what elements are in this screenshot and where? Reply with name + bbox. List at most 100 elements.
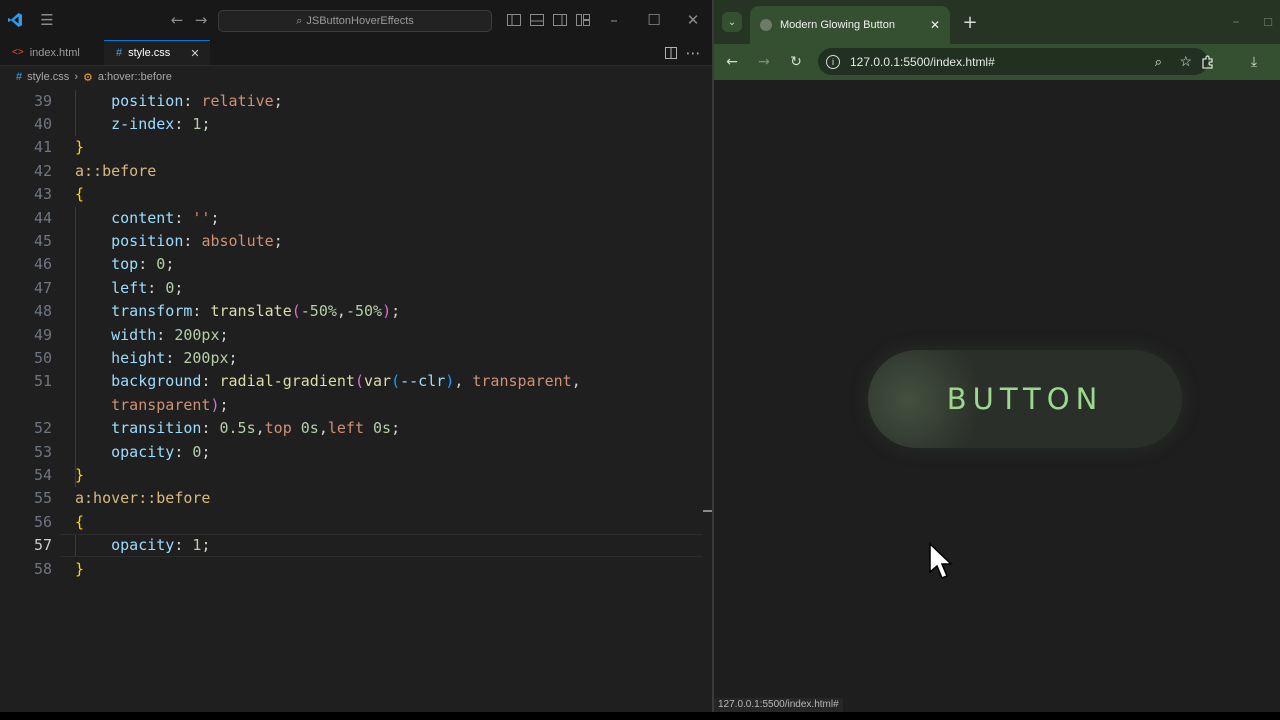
code-text: } — [75, 138, 85, 157]
code-text: } — [75, 465, 85, 484]
vscode-titlebar: ☰ ← → ⌕ JSButtonHoverEffects – ☐ ✕ — [0, 0, 712, 40]
editor-tabs: <> index.html # style.css ✕ ⋯ — [0, 40, 712, 66]
code-text: position: relative; — [75, 91, 283, 110]
split-editor-icon[interactable] — [662, 40, 680, 65]
back-arrow-icon[interactable]: ← — [168, 0, 186, 40]
back-arrow-icon[interactable]: ← — [722, 52, 742, 72]
tab-style-css[interactable]: # style.css ✕ — [104, 40, 210, 65]
download-icon[interactable]: ⤓ — [1244, 52, 1264, 72]
zoom-icon[interactable]: ⌕ — [1155, 54, 1162, 70]
code-text: z-index: 1; — [75, 114, 211, 133]
breadcrumb-file[interactable]: style.css — [27, 71, 69, 83]
breadcrumb-symbol[interactable]: a:hover::before — [98, 71, 172, 83]
code-editor[interactable]: 39 position: relative; 40 z-index: 1; 41} 4… — [0, 89, 712, 712]
bottom-edge — [0, 712, 1280, 720]
code-text: opacity: 0; — [75, 442, 211, 461]
breadcrumb: # style.css › ⚙ a:hover::before — [0, 66, 712, 88]
line-number: 39 — [33, 91, 52, 110]
vscode-window: ☰ ← → ⌕ JSButtonHoverEffects – ☐ ✕ <> in… — [0, 0, 712, 712]
code-line[interactable]: 39 position: relative; — [0, 90, 702, 113]
code-line[interactable]: 47 left: 0; — [0, 277, 702, 300]
toggle-primary-sidebar-icon[interactable] — [506, 0, 522, 40]
new-tab-icon[interactable]: + — [960, 12, 980, 33]
line-number: 40 — [33, 114, 52, 133]
browser-window: ⌄ Modern Glowing Button ✕ + – ☐ ← → ↻ i … — [714, 0, 1280, 712]
minimize-icon[interactable]: – — [1228, 14, 1244, 30]
code-line[interactable]: 43 { — [0, 183, 702, 206]
line-number: 58 — [33, 559, 52, 578]
code-text: } — [75, 559, 85, 578]
code-line[interactable]: 49 width: 200px; — [0, 324, 702, 347]
code-line[interactable]: 54} — [0, 464, 702, 487]
browser-tab[interactable]: Modern Glowing Button ✕ — [750, 6, 950, 44]
browser-toolbar: ← → ↻ i 127.0.0.1:5500/index.html# ⌕ ☆ ⤓ — [714, 44, 1280, 80]
code-line[interactable]: 41} — [0, 136, 702, 159]
toggle-secondary-sidebar-icon[interactable] — [552, 0, 568, 40]
code-text: a::before — [75, 161, 157, 180]
code-line[interactable]: 51 background: radial-gradient(var(--clr… — [0, 370, 702, 393]
close-tab-icon[interactable]: ✕ — [930, 18, 940, 32]
forward-arrow-icon[interactable]: → — [754, 52, 774, 72]
line-number: 55 — [33, 489, 52, 508]
code-text: top: 0; — [75, 255, 175, 274]
tab-index-html[interactable]: <> index.html — [0, 40, 104, 65]
line-number: 42 — [33, 161, 52, 180]
css-file-icon: # — [16, 71, 23, 83]
code-line[interactable]: 46 top: 0; — [0, 253, 702, 276]
code-text: height: 200px; — [75, 348, 238, 367]
customize-layout-icon[interactable] — [575, 0, 591, 40]
code-line[interactable]: 45 position: absolute; — [0, 230, 702, 253]
site-info-icon[interactable]: i — [826, 54, 840, 69]
minimize-icon[interactable]: – — [605, 0, 623, 40]
code-line[interactable]: 57 opacity: 1; — [0, 534, 702, 558]
search-icon: ⌕ — [296, 14, 303, 27]
close-icon[interactable]: ✕ — [684, 0, 702, 40]
button-label: BUTTON — [946, 382, 1104, 416]
address-bar[interactable]: i 127.0.0.1:5500/index.html# ⌕ ☆ — [818, 48, 1208, 75]
more-actions-icon[interactable]: ⋯ — [684, 40, 702, 65]
scrollbar-marker — [703, 510, 712, 512]
line-number: 56 — [33, 512, 52, 531]
line-number: 53 — [33, 442, 52, 461]
code-text: transition: 0.5s,top 0s,left 0s; — [75, 419, 401, 438]
bookmark-star-icon[interactable]: ☆ — [1179, 53, 1192, 70]
line-number: 52 — [33, 419, 52, 438]
command-center-search[interactable]: ⌕ JSButtonHoverEffects — [218, 10, 492, 32]
line-number: 51 — [33, 372, 52, 391]
code-text: left: 0; — [75, 278, 184, 297]
code-line[interactable]: 44 content: ''; — [0, 207, 702, 230]
line-number: 44 — [33, 208, 52, 227]
close-tab-icon[interactable]: ✕ — [190, 47, 199, 60]
code-line[interactable]: 58} — [0, 558, 702, 581]
code-line[interactable]: 52 transition: 0.5s,top 0s,left 0s; — [0, 417, 702, 440]
reload-icon[interactable]: ↻ — [786, 52, 806, 72]
mouse-cursor-icon — [928, 542, 954, 584]
code-text: transparent); — [75, 395, 229, 414]
code-line[interactable]: 55 a:hover::before — [0, 487, 702, 510]
glowing-button[interactable]: BUTTON — [868, 350, 1182, 448]
code-text: a:hover::before — [75, 489, 211, 508]
code-line[interactable]: 56 { — [0, 511, 702, 534]
maximize-icon[interactable]: ☐ — [645, 0, 663, 40]
code-line[interactable]: 48 transform: translate(-50%,-50%); — [0, 300, 702, 323]
code-text: { — [75, 512, 85, 531]
maximize-icon[interactable]: ☐ — [1260, 14, 1276, 30]
code-line[interactable]: 50 height: 200px; — [0, 347, 702, 370]
line-number: 45 — [33, 231, 52, 250]
code-line[interactable]: 53 opacity: 0; — [0, 441, 702, 464]
toggle-panel-icon[interactable] — [529, 0, 545, 40]
extensions-icon[interactable] — [1198, 52, 1218, 72]
line-number: 57 — [33, 536, 52, 555]
code-line[interactable]: 40 z-index: 1; — [0, 113, 702, 136]
code-line[interactable]: 42 a::before — [0, 160, 702, 183]
code-line[interactable]: transparent); — [0, 394, 702, 417]
browser-tabbar: ⌄ Modern Glowing Button ✕ + – ☐ — [714, 0, 1280, 44]
tab-search-icon[interactable]: ⌄ — [722, 12, 742, 32]
vscode-logo-icon — [6, 0, 24, 40]
url-text: 127.0.0.1:5500/index.html# — [850, 54, 995, 69]
code-text: background: radial-gradient(var(--clr), … — [75, 372, 581, 391]
tab-label: index.html — [29, 46, 80, 59]
forward-arrow-icon[interactable]: → — [192, 0, 210, 40]
menu-icon[interactable]: ☰ — [37, 0, 57, 40]
page-viewport: BUTTON 127.0.0.1:5500/index.html# — [714, 80, 1280, 712]
